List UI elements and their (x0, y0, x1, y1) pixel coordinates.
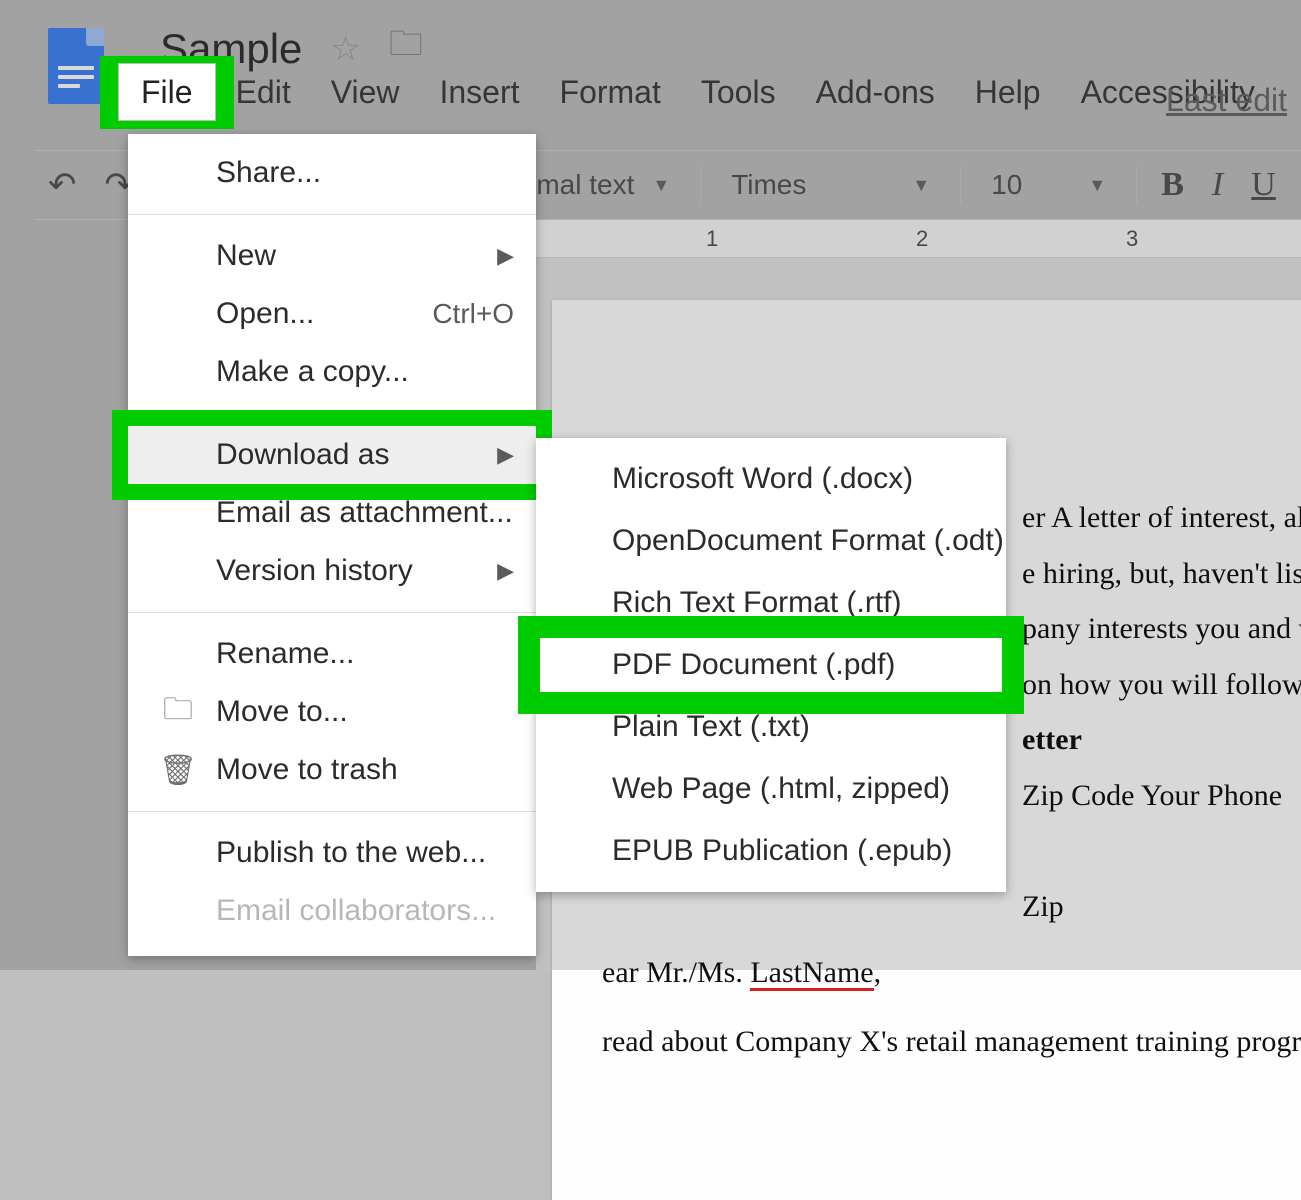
menuitem-label: Share... (216, 156, 321, 190)
menu-help[interactable]: Help (955, 60, 1061, 125)
keyboard-shortcut: Ctrl+O (432, 298, 514, 330)
italic-button[interactable]: I (1198, 166, 1237, 204)
menuitem-email-attachment[interactable]: Email as attachment... (128, 484, 536, 542)
menuitem-share[interactable]: Share... (128, 144, 536, 202)
menuitem-make-copy[interactable]: Make a copy... (128, 343, 536, 401)
menuitem-label: Open... (216, 297, 314, 331)
underline-button[interactable]: U (1237, 166, 1290, 204)
menuitem-label: Publish to the web... (216, 836, 486, 870)
menuitem-email-collaborators[interactable]: Email collaborators... (128, 882, 536, 940)
submenu-item-txt[interactable]: Plain Text (.txt) (536, 696, 1006, 758)
folder-icon: 🗀 (158, 687, 198, 738)
menuitem-label: Rename... (216, 637, 354, 671)
docs-app-icon[interactable] (48, 28, 104, 104)
menuitem-label: Make a copy... (216, 355, 409, 389)
menuitem-move-to-trash[interactable]: 🗑 Move to trash (128, 741, 536, 799)
menu-file[interactable]: File (118, 63, 216, 121)
submenu-arrow-icon: ▶ (497, 442, 514, 468)
last-edit-link[interactable]: Last edit (1166, 82, 1287, 119)
body-text: pany interests you and w (1022, 601, 1301, 657)
spellcheck-word: LastName (750, 958, 873, 991)
menuitem-open[interactable]: Open... Ctrl+O (128, 285, 536, 343)
submenu-item-rtf[interactable]: Rich Text Format (.rtf) (536, 572, 1006, 634)
body-text: e hiring, but, haven't list (1022, 546, 1301, 602)
body-text: etter (1022, 712, 1301, 768)
file-menu: Share... New ▶ Open... Ctrl+O Make a cop… (128, 134, 536, 956)
font-label: Times (731, 169, 806, 201)
body-text: Zip (1022, 879, 1301, 935)
submenu-item-docx[interactable]: Microsoft Word (.docx) (536, 448, 1006, 510)
menuitem-label: Download as (216, 438, 389, 472)
body-text: Zip Code Your Phone (1022, 768, 1301, 824)
caret-down-icon: ▼ (912, 175, 930, 196)
submenu-arrow-icon: ▶ (497, 558, 514, 584)
submenu-arrow-icon: ▶ (497, 243, 514, 269)
submenu-item-epub[interactable]: EPUB Publication (.epub) (536, 820, 1006, 882)
menu-format[interactable]: Format (540, 60, 681, 125)
body-text: on how you will follow- (1022, 657, 1301, 713)
submenu-item-html[interactable]: Web Page (.html, zipped) (536, 758, 1006, 820)
ruler-number: 1 (706, 226, 718, 252)
body-text: er A letter of interest, al (1022, 490, 1301, 546)
menuitem-move-to[interactable]: 🗀 Move to... (128, 683, 536, 741)
menuitem-label: New (216, 239, 276, 273)
menu-insert[interactable]: Insert (419, 60, 539, 125)
menuitem-new[interactable]: New ▶ (128, 227, 536, 285)
menuitem-rename[interactable]: Rename... (128, 625, 536, 683)
submenu-item-pdf[interactable]: PDF Document (.pdf) (536, 634, 1006, 696)
menu-tools[interactable]: Tools (681, 60, 796, 125)
ruler-number: 3 (1126, 226, 1138, 252)
menuitem-label: Move to trash (216, 753, 398, 787)
trash-icon: 🗑 (158, 753, 198, 788)
submenu-item-odt[interactable]: OpenDocument Format (.odt) (536, 510, 1006, 572)
download-as-submenu: Microsoft Word (.docx) OpenDocument Form… (536, 438, 1006, 892)
font-size-select[interactable]: 10 ▼ (971, 169, 1126, 201)
ruler: 1 2 3 (536, 220, 1301, 258)
paragraph-style-label: rmal text (527, 169, 634, 201)
body-text: read about Company X's retail management… (602, 1014, 1301, 1070)
menuitem-label: Move to... (216, 695, 348, 729)
menuitem-label: Version history (216, 554, 413, 588)
menuitem-label: Email collaborators... (216, 894, 496, 928)
ruler-number: 2 (916, 226, 928, 252)
font-size-label: 10 (991, 169, 1022, 201)
undo-button[interactable]: ↶ (34, 165, 91, 205)
menu-view[interactable]: View (311, 60, 420, 125)
caret-down-icon: ▼ (652, 175, 670, 196)
body-text: ear Mr./Ms. LastName, (602, 945, 1301, 1001)
menu-edit[interactable]: Edit (216, 60, 311, 125)
menuitem-label: Email as attachment... (216, 496, 513, 530)
menuitem-publish[interactable]: Publish to the web... (128, 824, 536, 882)
menuitem-download-as[interactable]: Download as ▶ (128, 426, 536, 484)
font-select[interactable]: Times ▼ (711, 169, 950, 201)
menubar: File Edit View Insert Format Tools Add-o… (118, 60, 1275, 125)
menu-addons[interactable]: Add-ons (796, 60, 955, 125)
caret-down-icon: ▼ (1088, 175, 1106, 196)
bold-button[interactable]: B (1147, 166, 1198, 204)
menuitem-version-history[interactable]: Version history ▶ (128, 542, 536, 600)
